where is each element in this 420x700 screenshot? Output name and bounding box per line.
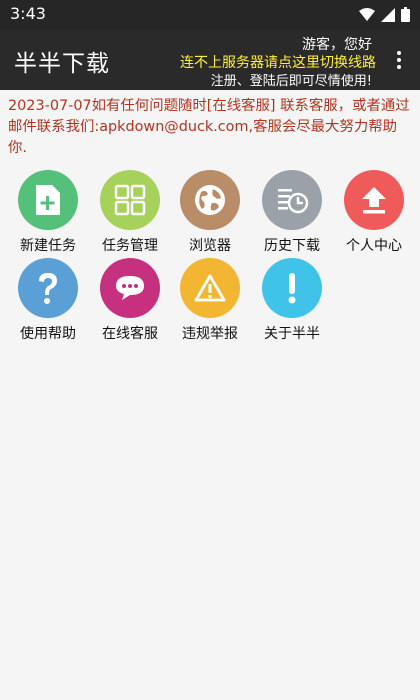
tile-label: 浏览器 [189, 238, 231, 254]
tile-label: 任务管理 [102, 238, 158, 254]
notice-text: 2023-07-07如有任何问题随时[在线客服] 联系客服，或者通过邮件联系我们… [8, 98, 410, 156]
app-bar: 半半下载 游客，您好 连不上服务器请点这里切换线路 注册、登陆后即可尽情使用! [0, 30, 420, 90]
tile-browser[interactable]: 浏览器 [168, 170, 252, 256]
greeting-text: 游客，您好 [302, 37, 372, 53]
tile-circle [18, 258, 78, 318]
tile-label: 历史下载 [264, 238, 320, 254]
tile-circle [262, 258, 322, 318]
info-exclamation-icon [288, 273, 296, 304]
switch-server-link[interactable]: 连不上服务器请点这里切换线路 [180, 52, 376, 72]
status-icons [359, 7, 410, 22]
app-title: 半半下载 [14, 51, 110, 77]
tile-label: 关于半半 [264, 326, 320, 342]
tile-online-service[interactable]: 在线客服 [88, 258, 172, 344]
tile-circle [100, 170, 160, 230]
status-time: 3:43 [10, 4, 46, 23]
more-options-button[interactable] [386, 44, 412, 76]
tile-circle [180, 258, 240, 318]
browser-globe-icon [195, 185, 225, 215]
more-dot [397, 51, 401, 55]
history-icon [278, 189, 309, 214]
new-task-icon [36, 185, 60, 215]
tile-report[interactable]: 违规举报 [168, 258, 252, 344]
tile-circle [262, 170, 322, 230]
upload-arrow-icon [362, 187, 386, 214]
warning-icon [194, 274, 226, 302]
tile-label: 使用帮助 [20, 326, 76, 342]
more-dot [397, 58, 401, 62]
tile-label: 新建任务 [20, 238, 76, 254]
tile-circle [344, 170, 404, 230]
tile-circle [180, 170, 240, 230]
tile-circle [100, 258, 160, 318]
tile-profile[interactable]: 个人中心 [332, 170, 416, 256]
more-dot [397, 65, 401, 69]
login-tip[interactable]: 注册、登陆后即可尽情使用! [211, 70, 372, 89]
help-question-icon [39, 273, 57, 304]
tile-circle [18, 170, 78, 230]
wifi-icon [359, 7, 375, 21]
signal-icon [381, 7, 395, 22]
tile-new-task[interactable]: 新建任务 [6, 170, 90, 256]
tile-task-manage[interactable]: 任务管理 [88, 170, 172, 256]
task-manage-icon [114, 184, 146, 216]
battery-icon [401, 7, 410, 22]
tile-label: 违规举报 [182, 326, 238, 342]
tile-label: 在线客服 [102, 326, 158, 342]
tile-history[interactable]: 历史下载 [250, 170, 334, 256]
tile-help[interactable]: 使用帮助 [6, 258, 90, 344]
tile-about[interactable]: 关于半半 [250, 258, 334, 344]
status-bar: 3:43 [0, 0, 420, 30]
chat-bubble-icon [116, 276, 144, 300]
tile-label: 个人中心 [346, 238, 402, 254]
